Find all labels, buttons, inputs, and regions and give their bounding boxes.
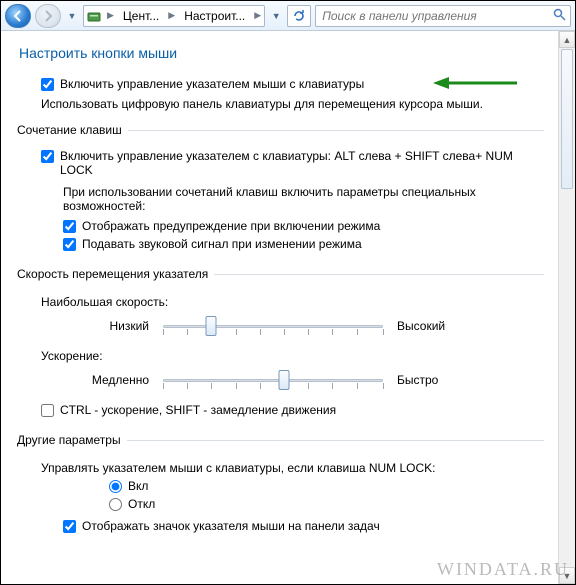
breadcrumb[interactable]: ▶ Цент... ▶ Настроит... ▶ (83, 5, 265, 27)
slider-low-cap: Низкий (19, 319, 149, 333)
accel-label: Ускорение: (41, 349, 544, 363)
control-panel-icon (84, 6, 104, 26)
chevron-right-icon: ▶ (165, 10, 178, 21)
content-pane: Настроить кнопки мыши Включить управлени… (1, 31, 558, 584)
numlock-question: Управлять указателем мыши с клавиатуры, … (41, 461, 544, 475)
breadcrumb-seg-2[interactable]: Настроит... (178, 6, 251, 26)
section-shortcut-legend: Сочетание клавиш (17, 123, 128, 137)
accel-slider[interactable] (163, 367, 383, 393)
play-sound-label: Подавать звуковой сигнал при изменении р… (82, 237, 362, 251)
enable-mousekeys-checkbox[interactable] (41, 78, 54, 91)
enable-mousekeys-label: Включить управление указателем мыши с кл… (60, 77, 364, 91)
show-warning-label: Отображать предупреждение при включении … (82, 219, 380, 233)
max-speed-label: Наибольшая скорость: (41, 295, 544, 309)
breadcrumb-dropdown-icon[interactable]: ▼ (269, 4, 283, 28)
breadcrumb-seg-1[interactable]: Цент... (117, 6, 165, 26)
scroll-up-button[interactable]: ▲ (559, 31, 575, 48)
max-speed-slider[interactable] (163, 313, 383, 339)
slider-high-cap: Высокий (397, 319, 445, 333)
section-speed: Скорость перемещения указателя Наибольша… (19, 267, 544, 421)
search-box[interactable] (315, 5, 571, 27)
scroll-thumb[interactable] (561, 49, 573, 189)
section-other-legend: Другие параметры (17, 433, 127, 447)
address-bar: ▼ ▶ Цент... ▶ Настроит... ▶ ▼ (1, 1, 575, 31)
section-shortcut: Сочетание клавиш Включить управление ука… (19, 123, 544, 255)
show-icon-label: Отображать значок указателя мыши на пане… (82, 519, 380, 533)
enable-mousekeys-desc: Использовать цифровую панель клавиатуры … (41, 97, 544, 111)
slider-slow-cap: Медленно (19, 373, 149, 387)
enable-combo-label: Включить управление указателем с клавиат… (60, 149, 544, 177)
ctrl-shift-label: CTRL - ускорение, SHIFT - замедление дви… (60, 403, 336, 417)
page-title: Настроить кнопки мыши (19, 45, 544, 61)
section-other: Другие параметры Управлять указателем мы… (19, 433, 544, 537)
show-icon-checkbox[interactable] (63, 520, 76, 533)
show-warning-checkbox[interactable] (63, 220, 76, 233)
vertical-scrollbar[interactable]: ▲ ▼ (558, 31, 575, 584)
numlock-off-radio[interactable] (109, 498, 122, 511)
enable-combo-checkbox[interactable] (41, 150, 54, 163)
nav-history-dropdown[interactable]: ▼ (65, 4, 79, 28)
on-use-subhead: При использовании сочетаний клавиш включ… (63, 185, 503, 213)
numlock-off-label: Откл (128, 497, 155, 511)
search-icon (549, 8, 566, 24)
ctrl-shift-checkbox[interactable] (41, 404, 54, 417)
refresh-button[interactable] (287, 5, 311, 27)
chevron-right-icon: ▶ (251, 10, 264, 21)
section-speed-legend: Скорость перемещения указателя (17, 267, 214, 281)
search-input[interactable] (320, 8, 549, 24)
play-sound-checkbox[interactable] (63, 238, 76, 251)
chevron-right-icon: ▶ (104, 10, 117, 21)
nav-forward-button[interactable] (35, 4, 61, 28)
numlock-on-radio[interactable] (109, 480, 122, 493)
scroll-down-button[interactable]: ▼ (559, 567, 575, 584)
nav-back-button[interactable] (5, 4, 31, 28)
slider-fast-cap: Быстро (397, 373, 438, 387)
numlock-on-label: Вкл (128, 479, 148, 493)
